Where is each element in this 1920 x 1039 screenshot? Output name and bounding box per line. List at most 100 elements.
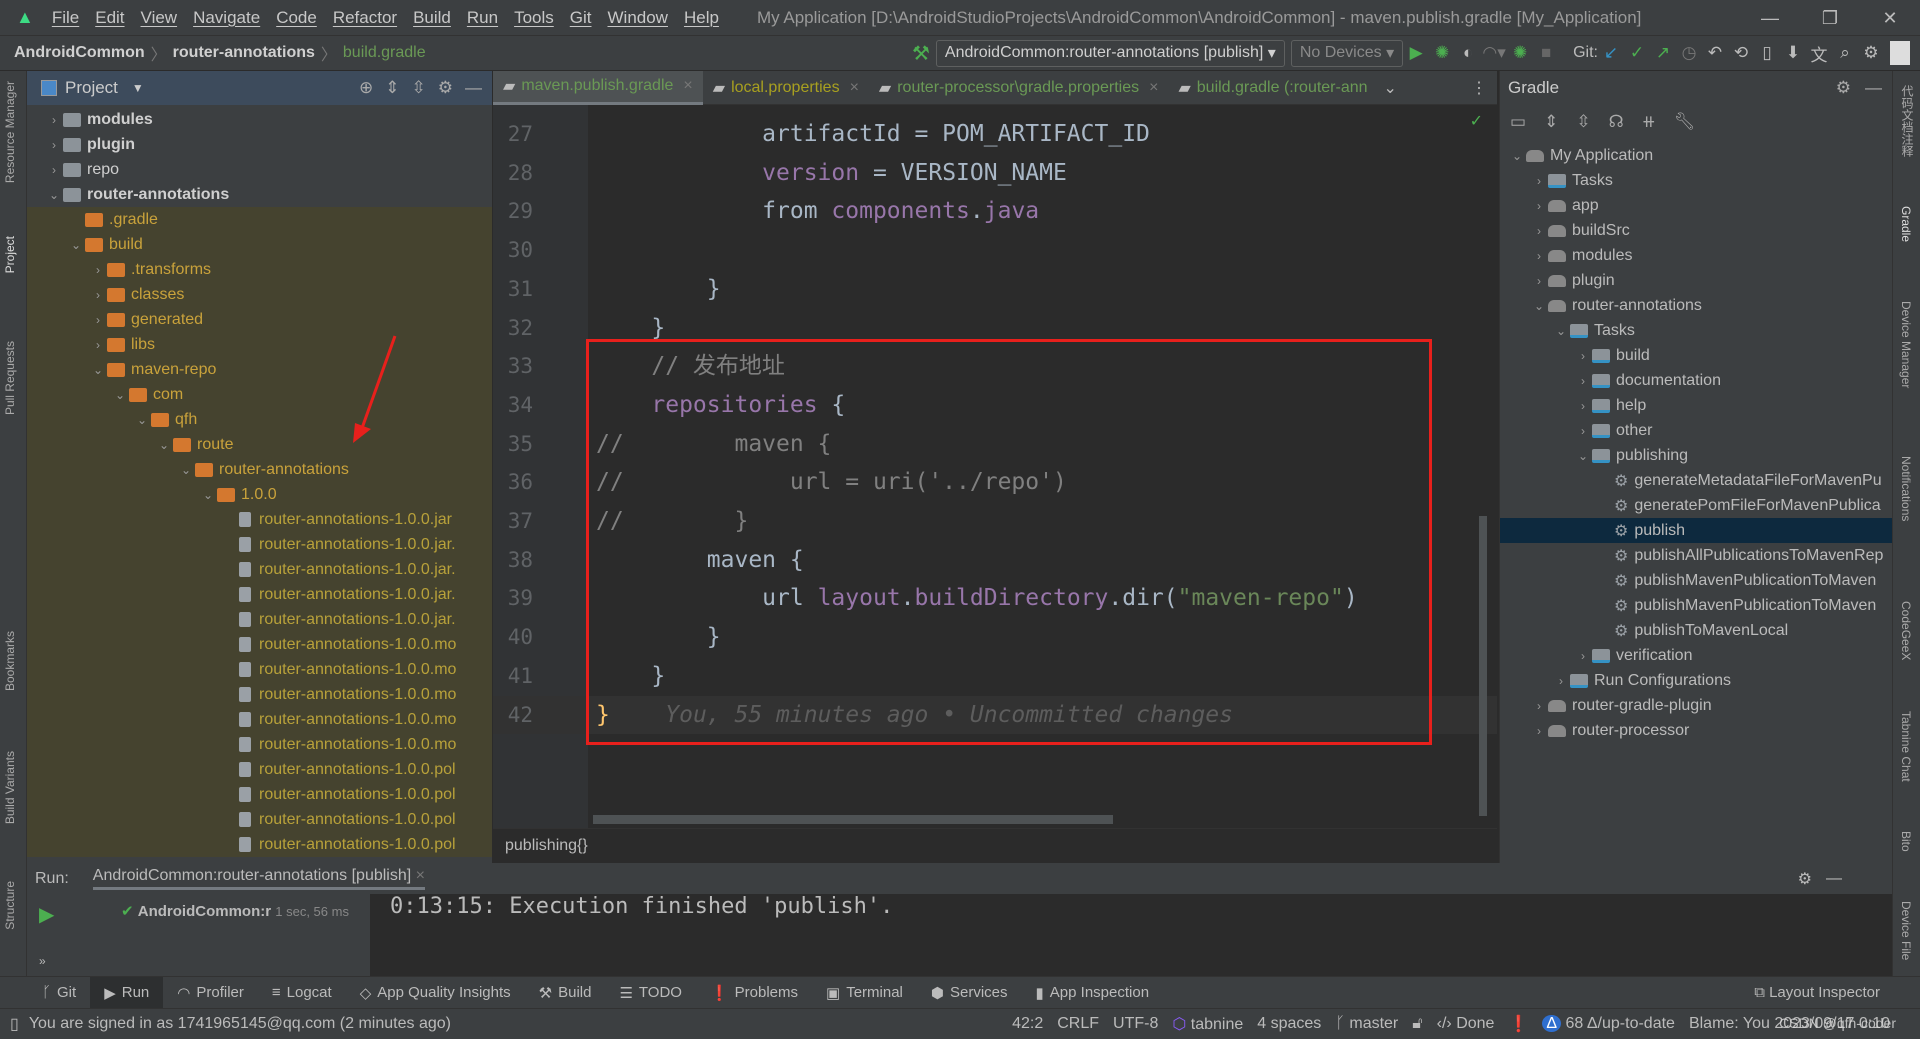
code-line[interactable]: 41 } [493,657,1497,696]
chevron-icon[interactable]: › [1530,274,1548,288]
code-line[interactable]: 40 } [493,618,1497,657]
code-line[interactable]: 34 repositories { [493,386,1497,425]
project-tree-item[interactable]: › generated [27,307,492,332]
project-tree-item[interactable]: ⌄ qfh [27,407,492,432]
gradle-tree-item[interactable]: › documentation [1500,368,1892,393]
sdk-manager-icon[interactable]: ⬇ [1780,43,1806,63]
lock-icon[interactable]: 🔓︎ [1412,1015,1422,1033]
minimize-button[interactable]: — [1740,0,1800,36]
project-view-select[interactable]: Project [65,78,118,98]
gradle-tree-item[interactable]: › verification [1500,643,1892,668]
chevron-icon[interactable]: ⌄ [177,463,195,477]
gradle-tree-item[interactable]: ⚙ publishToMavenLocal [1500,618,1892,643]
project-tree-item[interactable]: › repo [27,157,492,182]
tool-tab-device-manager[interactable]: Device Manager [1899,301,1913,388]
chevron-icon[interactable]: ⌄ [199,488,217,502]
git-branch[interactable]: ᚴ master [1335,1015,1398,1033]
gradle-tree-item[interactable]: ⌄ Tasks [1500,318,1892,343]
gradle-tree-item[interactable]: › other [1500,418,1892,443]
git-push-icon[interactable]: ↗ [1650,43,1676,63]
chevron-icon[interactable]: › [89,338,107,352]
menu-git[interactable]: Git [562,8,600,28]
codegeex-status[interactable]: ‹/› Done [1437,1015,1495,1033]
bottom-tab-app-quality-insights[interactable]: ◇ App Quality Insights [346,977,525,1009]
chevron-icon[interactable]: › [45,163,63,177]
chevron-icon[interactable]: › [1574,399,1592,413]
menu-file[interactable]: File [44,8,87,28]
vertical-scrollbar[interactable] [1479,516,1487,816]
gradle-tree-item[interactable]: ⚙ publishMavenPublicationToMaven [1500,568,1892,593]
bottom-tab-todo[interactable]: ☰ TODO [605,977,696,1009]
chevron-icon[interactable]: › [1530,174,1548,188]
run-hide-icon[interactable]: — [1826,870,1842,888]
menu-code[interactable]: Code [268,8,325,28]
run-output[interactable]: 0:13:15: Execution finished 'publish'. [362,894,1842,976]
link-project-icon[interactable]: ☊ [1609,112,1624,132]
project-tree-item[interactable]: › classes [27,282,492,307]
code-line[interactable]: 39 url layout.buildDirectory.dir("maven-… [493,579,1497,618]
tool-tab-device-file[interactable]: Device File [1899,901,1913,960]
run-tree-item[interactable]: AndroidCommon:r [138,903,271,920]
project-tree-item[interactable]: router-annotations-1.0.0.mo [27,632,492,657]
tool-tab-notifications[interactable]: Notifications [1899,456,1913,521]
coverage-icon[interactable]: ◐ [1455,43,1481,63]
more-tabs-icon[interactable]: ⋮ [1471,78,1487,98]
project-tree-item[interactable]: ⌄ router-annotations [27,457,492,482]
device-mirror-icon[interactable]: ▯ [1754,43,1780,63]
bottom-tab-services[interactable]: ⬢ Services [917,977,1022,1009]
run-config-select[interactable]: AndroidCommon:router-annotations [publis… [935,39,1285,67]
chevron-icon[interactable]: ⌄ [1530,299,1548,313]
menu-tools[interactable]: Tools [506,8,562,28]
line-separator[interactable]: CRLF [1057,1015,1099,1033]
chevron-icon[interactable]: › [1574,424,1592,438]
project-tree-item[interactable]: router-annotations-1.0.0.pol [27,832,492,857]
tabnine-status[interactable]: ⬡ tabnine [1172,1014,1243,1034]
chevron-icon[interactable]: ⌄ [111,388,129,402]
stop-icon[interactable]: ■ [1533,43,1559,63]
chevron-icon[interactable]: › [89,263,107,277]
project-tree-item[interactable]: router-annotations-1.0.0.mo [27,682,492,707]
chevron-icon[interactable]: › [1530,224,1548,238]
code-line[interactable]: 42} You, 55 minutes ago • Uncommitted ch… [493,695,1497,735]
code-line[interactable]: 28 version = VERSION_NAME [493,154,1497,193]
search-icon[interactable]: ⌕ [1832,43,1858,63]
editor-tab[interactable]: ▰ local.properties × [703,71,869,105]
gradle-sync-icon[interactable]: ⟲ [1728,43,1754,63]
project-tree-item[interactable]: › modules [27,107,492,132]
menu-navigate[interactable]: Navigate [185,8,268,28]
breadcrumb-project[interactable]: AndroidCommon [8,44,151,62]
chevron-icon[interactable]: › [89,288,107,302]
bottom-tab-git[interactable]: ᚴ Git [28,977,90,1009]
tool-tab-codegeex[interactable]: CodeGeeX [1899,601,1913,660]
tool-tab-gradle[interactable]: Gradle [1899,206,1913,242]
project-tree-item[interactable]: ⌄ com [27,382,492,407]
bottom-tab-terminal[interactable]: ▣ Terminal [812,977,917,1009]
code-line[interactable]: 38 maven { [493,541,1497,580]
code-line[interactable]: 31 } [493,270,1497,309]
device-select[interactable]: No Devices ▾ [1290,39,1404,67]
gradle-tree-item[interactable]: ⚙ publishAllPublicationsToMavenRep [1500,543,1892,568]
code-line[interactable]: 35 // maven { [493,425,1497,464]
close-tab-icon[interactable]: × [1149,79,1158,97]
gradle-tree-item[interactable]: › buildSrc [1500,218,1892,243]
project-tree-item[interactable]: ⌄ maven-repo [27,357,492,382]
gradle-tree-item[interactable]: › modules [1500,243,1892,268]
rollback-icon[interactable]: ↶ [1702,43,1728,63]
editor-tab[interactable]: ▰ maven.publish.gradle × [493,70,703,105]
project-tree-item[interactable]: ⌄ route [27,432,492,457]
options-gear-icon[interactable]: ⚙ [438,78,453,98]
toggle-offline-icon[interactable]: ⧺ [1642,112,1656,132]
problems-icon[interactable]: ❗ [1508,1014,1528,1034]
more-icon[interactable]: » [39,954,46,968]
gradle-tree-item[interactable]: › build [1500,343,1892,368]
gradle-tree-item[interactable]: ⌄ publishing [1500,443,1892,468]
gradle-tree-item[interactable]: › router-processor [1500,718,1892,743]
chevron-icon[interactable]: ⌄ [89,363,107,377]
project-tree-item[interactable]: ⌄ router-annotations [27,182,492,207]
translate-icon[interactable]: 文 [1806,41,1832,66]
gradle-tree-item[interactable]: › plugin [1500,268,1892,293]
build-settings-icon[interactable]: 🔧︎ [1674,112,1696,132]
menu-window[interactable]: Window [600,8,676,28]
caret-position[interactable]: 42:2 [1012,1015,1043,1033]
project-tree-item[interactable]: router-annotations-1.0.0.jar [27,507,492,532]
